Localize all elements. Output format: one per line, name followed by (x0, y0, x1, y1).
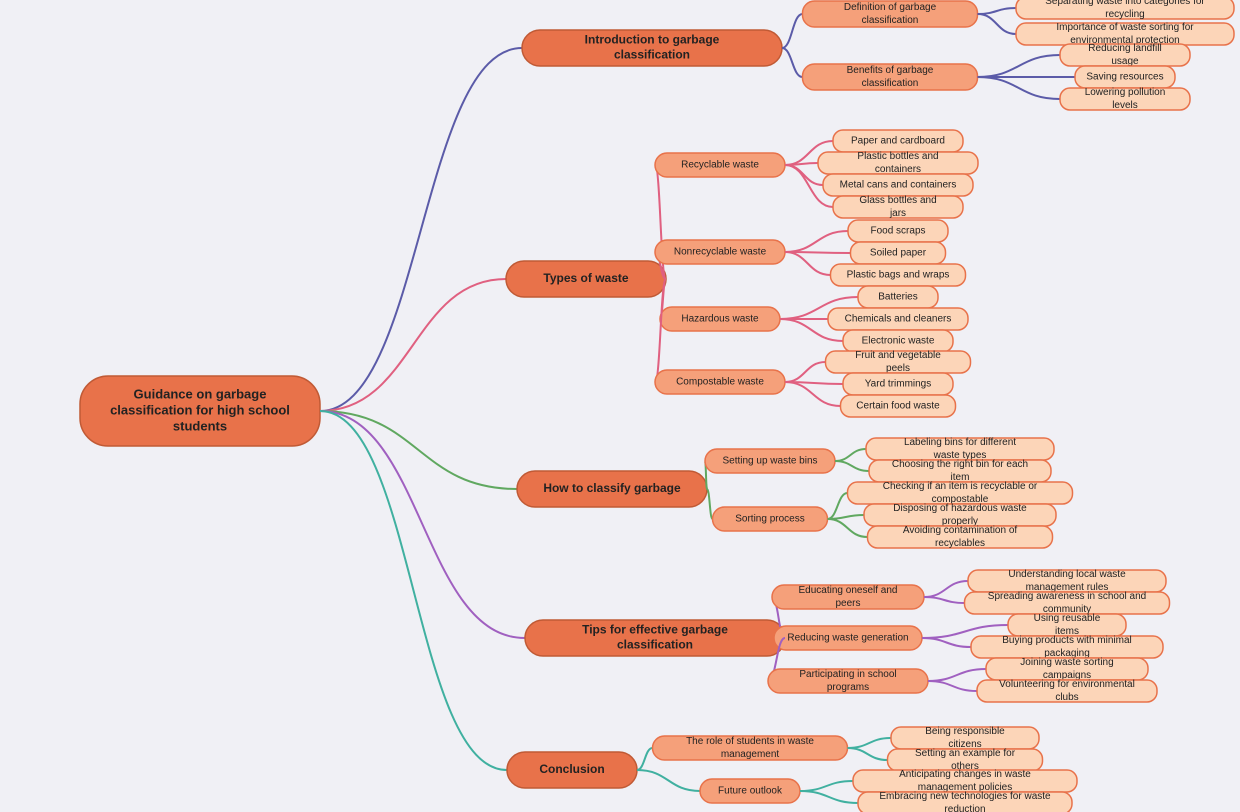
mindmap: Guidance on garbageclassification for hi… (0, 0, 1240, 812)
svg-text:The role of students in waste: The role of students in waste (686, 736, 814, 747)
svg-text:classification: classification (614, 48, 690, 62)
svg-text:Setting up waste bins: Setting up waste bins (722, 456, 817, 467)
svg-text:Tips for effective garbage: Tips for effective garbage (582, 623, 728, 637)
svg-text:Joining waste sorting: Joining waste sorting (1020, 657, 1113, 668)
svg-text:Educating oneself and: Educating oneself and (799, 585, 898, 596)
svg-text:Buying products with minimal: Buying products with minimal (1002, 635, 1132, 646)
svg-text:Guidance on garbage: Guidance on garbage (134, 386, 267, 401)
svg-text:Volunteering for environmental: Volunteering for environmental (999, 679, 1135, 690)
svg-text:programs: programs (827, 682, 869, 693)
svg-text:classification: classification (862, 15, 919, 26)
svg-text:Hazardous waste: Hazardous waste (681, 314, 759, 325)
svg-text:Spreading awareness in school: Spreading awareness in school and (988, 591, 1146, 602)
svg-text:Sorting process: Sorting process (735, 514, 804, 525)
svg-text:Reducing waste generation: Reducing waste generation (787, 633, 908, 644)
svg-text:Embracing new technologies for: Embracing new technologies for waste (879, 791, 1051, 802)
svg-text:Benefits of garbage: Benefits of garbage (847, 65, 934, 76)
svg-text:Lowering pollution: Lowering pollution (1085, 87, 1166, 98)
svg-text:Certain food waste: Certain food waste (856, 401, 940, 412)
svg-text:Separating waste into categori: Separating waste into categories for (1045, 0, 1205, 7)
svg-text:Fruit and vegetable: Fruit and vegetable (855, 350, 941, 361)
svg-text:Compostable waste: Compostable waste (676, 377, 764, 388)
svg-text:students: students (173, 418, 227, 433)
svg-text:Food scraps: Food scraps (870, 226, 925, 237)
svg-text:How to classify garbage: How to classify garbage (543, 481, 681, 495)
svg-text:Paper and cardboard: Paper and cardboard (851, 136, 945, 147)
svg-text:Importance of waste sorting fo: Importance of waste sorting for (1056, 22, 1194, 33)
svg-text:classification: classification (617, 638, 693, 652)
svg-text:Avoiding contamination of: Avoiding contamination of (903, 525, 1018, 536)
svg-text:clubs: clubs (1055, 692, 1078, 703)
svg-text:Chemicals and cleaners: Chemicals and cleaners (845, 314, 952, 325)
svg-text:Plastic bags and wraps: Plastic bags and wraps (847, 270, 950, 281)
svg-text:management: management (721, 749, 780, 760)
svg-text:Reducing landfill: Reducing landfill (1088, 43, 1161, 54)
svg-text:Types of waste: Types of waste (543, 271, 628, 285)
svg-text:Definition of garbage: Definition of garbage (844, 2, 937, 13)
svg-text:reduction: reduction (944, 804, 985, 812)
svg-text:Yard trimmings: Yard trimmings (865, 379, 932, 390)
svg-text:jars: jars (889, 208, 906, 219)
svg-text:Setting an example for: Setting an example for (915, 748, 1016, 759)
svg-text:Batteries: Batteries (878, 292, 917, 303)
svg-text:classification: classification (862, 78, 919, 89)
svg-text:Understanding local waste: Understanding local waste (1008, 569, 1126, 580)
svg-text:Glass bottles and: Glass bottles and (859, 195, 936, 206)
svg-text:levels: levels (1112, 100, 1138, 111)
svg-text:Plastic bottles and: Plastic bottles and (857, 151, 938, 162)
svg-text:Disposing of hazardous waste: Disposing of hazardous waste (893, 503, 1027, 514)
svg-text:Conclusion: Conclusion (539, 762, 604, 776)
svg-text:Using reusable: Using reusable (1034, 613, 1101, 624)
svg-text:peers: peers (835, 598, 860, 609)
svg-text:Being responsible: Being responsible (925, 726, 1005, 737)
svg-text:classification for high school: classification for high school (110, 402, 290, 417)
svg-text:Introduction to garbage: Introduction to garbage (585, 33, 720, 47)
svg-text:recyclables: recyclables (935, 538, 985, 549)
svg-text:Recyclable waste: Recyclable waste (681, 160, 759, 171)
svg-text:Future outlook: Future outlook (718, 786, 783, 797)
svg-text:Soiled paper: Soiled paper (870, 248, 927, 259)
svg-text:Metal cans and containers: Metal cans and containers (840, 180, 957, 191)
svg-text:Saving resources: Saving resources (1086, 72, 1163, 83)
svg-text:Electronic waste: Electronic waste (862, 336, 935, 347)
svg-text:Anticipating changes in waste: Anticipating changes in waste (899, 769, 1031, 780)
svg-text:Choosing the right bin for eac: Choosing the right bin for each (892, 459, 1028, 470)
svg-text:Labeling bins for different: Labeling bins for different (904, 437, 1016, 448)
svg-text:Nonrecyclable waste: Nonrecyclable waste (674, 247, 767, 258)
svg-text:recycling: recycling (1105, 9, 1144, 20)
svg-text:Checking if an item is recycla: Checking if an item is recyclable or (883, 481, 1038, 492)
svg-text:Participating in school: Participating in school (799, 669, 896, 680)
